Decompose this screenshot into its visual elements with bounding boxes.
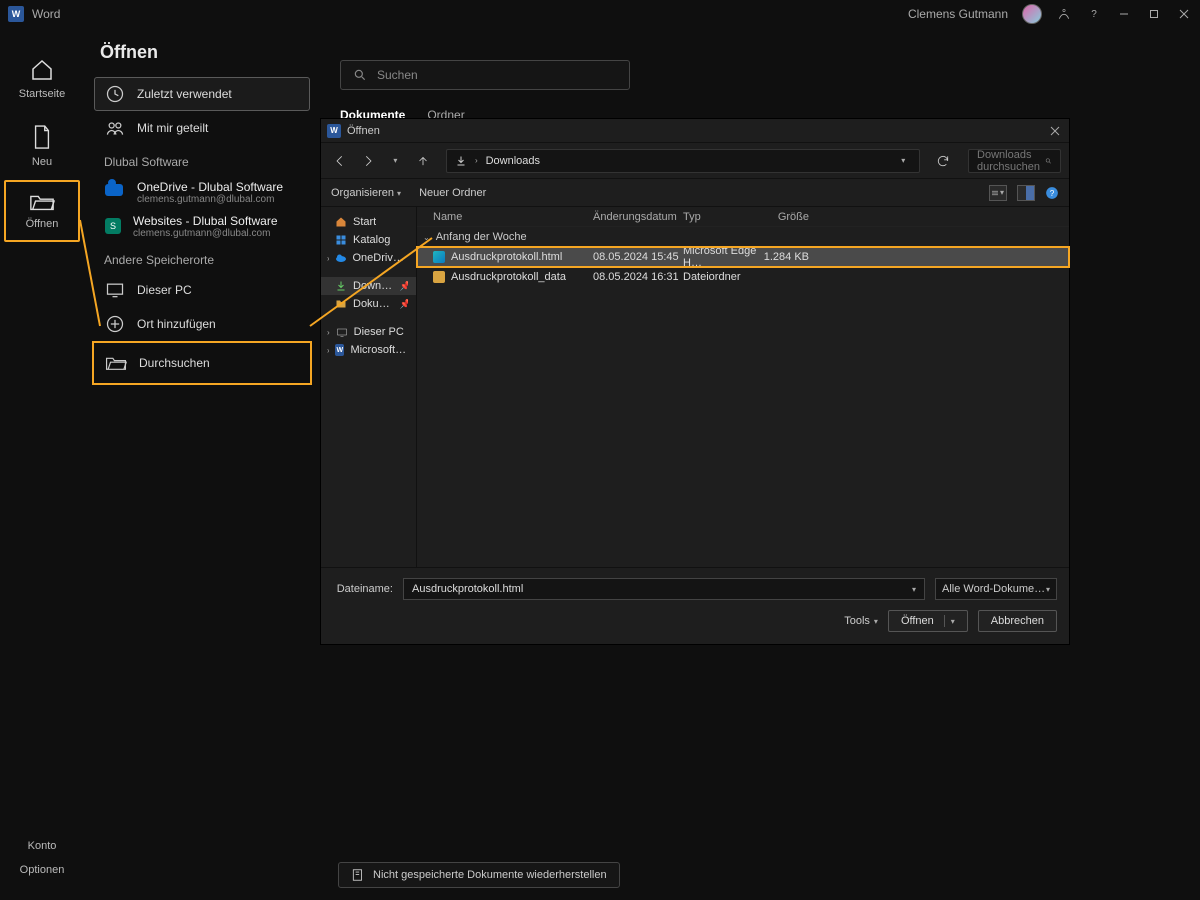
nav-open[interactable]: Öffnen xyxy=(4,180,80,242)
pin-icon: 📌 xyxy=(400,299,408,310)
svg-text:?: ? xyxy=(1050,188,1055,197)
location-add-place[interactable]: Ort hinzufügen xyxy=(94,307,310,341)
onedrive-title: OneDrive - Dlubal Software xyxy=(137,180,283,194)
window-titlebar: W Word Clemens Gutmann ? xyxy=(0,0,1200,28)
view-mode-icon[interactable]: ▾ xyxy=(989,185,1007,201)
chevron-right-icon: › xyxy=(327,254,329,263)
location-shared[interactable]: Mit mir geteilt xyxy=(94,111,310,145)
breadcrumb-current: Downloads xyxy=(486,155,540,167)
toolbar-organize[interactable]: Organisieren ▾ xyxy=(331,187,401,199)
app-name: Word xyxy=(32,7,60,21)
filename-label: Dateiname: xyxy=(333,583,393,595)
tree-onedrive[interactable]: › OneDrive - Dlubal… xyxy=(321,249,416,267)
open-locations-panel: Öffnen Zuletzt verwendet Mit mir geteilt… xyxy=(84,28,320,900)
nav-open-label: Öffnen xyxy=(26,218,59,230)
location-sharepoint[interactable]: S Websites - Dlubal Software clemens.gut… xyxy=(94,209,310,243)
sharepoint-title: Websites - Dlubal Software xyxy=(133,214,278,228)
toolbar-new-folder[interactable]: Neuer Ordner xyxy=(419,187,486,199)
window-minimize-icon[interactable] xyxy=(1116,6,1132,22)
preview-pane-icon[interactable] xyxy=(1017,185,1035,201)
page-title: Öffnen xyxy=(100,42,310,63)
nav-account[interactable]: Konto xyxy=(28,834,57,858)
dialog-search-placeholder: Downloads durchsuchen xyxy=(977,149,1045,173)
file-type-filter[interactable]: Alle Word-Dokumente (*.docx; … ▾ xyxy=(935,578,1057,600)
nav-home-label: Startseite xyxy=(19,88,65,100)
tree-this-pc[interactable]: › Dieser PC xyxy=(321,323,416,341)
other-section-label: Andere Speicherorte xyxy=(94,243,310,273)
tree-downloads[interactable]: Downloads 📌 xyxy=(321,277,416,295)
file-row[interactable]: Ausdruckprotokoll_data 08.05.2024 16:31 … xyxy=(417,267,1069,287)
tools-dropdown[interactable]: Tools ▾ xyxy=(844,615,878,627)
nav-back-icon[interactable] xyxy=(329,150,351,172)
col-size[interactable]: Größe xyxy=(759,211,809,223)
edge-file-icon xyxy=(433,251,445,263)
col-name[interactable]: Name xyxy=(433,211,593,223)
open-button[interactable]: Öffnen▾ xyxy=(888,610,968,632)
nav-new[interactable]: Neu xyxy=(4,112,80,180)
list-header: Name Änderungsdatum Typ Größe xyxy=(417,207,1069,227)
chevron-right-icon: › xyxy=(327,328,330,337)
org-section-label: Dlubal Software xyxy=(94,145,310,175)
col-type[interactable]: Typ xyxy=(683,211,759,223)
user-avatar[interactable] xyxy=(1022,4,1042,24)
search-placeholder: Suchen xyxy=(377,68,418,82)
location-add-place-label: Ort hinzufügen xyxy=(137,317,216,331)
dialog-close-icon[interactable] xyxy=(1047,123,1063,139)
coming-soon-icon[interactable] xyxy=(1056,6,1072,22)
nav-recent-dropdown-icon[interactable]: ▾ xyxy=(384,150,406,172)
dialog-nav-tree: Start Katalog › OneDrive - Dlubal… Downl… xyxy=(321,207,417,567)
nav-new-label: Neu xyxy=(32,156,52,168)
user-name: Clemens Gutmann xyxy=(908,7,1008,21)
location-onedrive-work[interactable]: OneDrive - Dlubal Software clemens.gutma… xyxy=(94,175,310,209)
tree-catalog[interactable]: Katalog xyxy=(321,231,416,249)
word-app-icon: W xyxy=(335,344,344,356)
col-date[interactable]: Änderungsdatum xyxy=(593,211,683,223)
tree-documents[interactable]: Dokumente 📌 xyxy=(321,295,416,313)
search-input[interactable]: Suchen xyxy=(340,60,630,90)
location-browse[interactable]: Durchsuchen xyxy=(94,343,310,383)
dialog-file-list: Name Änderungsdatum Typ Größe ⌄ Anfang d… xyxy=(417,207,1069,567)
left-nav-rail: Startseite Neu Öffnen Konto Optionen xyxy=(0,28,84,900)
pin-icon: 📌 xyxy=(400,281,408,292)
location-recent[interactable]: Zuletzt verwendet xyxy=(94,77,310,111)
sharepoint-icon: S xyxy=(105,218,121,234)
help-icon[interactable]: ? xyxy=(1086,6,1102,22)
chevron-down-icon: ⌄ xyxy=(423,233,430,242)
location-shared-label: Mit mir geteilt xyxy=(137,121,208,135)
location-browse-label: Durchsuchen xyxy=(139,356,210,370)
tree-microsoft-word[interactable]: › W Microsoft Word xyxy=(321,341,416,359)
file-open-dialog: W Öffnen ▾ › Downloads ▾ Downloads durch… xyxy=(320,118,1070,645)
nav-up-icon[interactable] xyxy=(412,150,434,172)
window-close-icon[interactable] xyxy=(1176,6,1192,22)
chevron-down-icon: ▾ xyxy=(912,585,916,594)
dialog-title: Öffnen xyxy=(347,125,380,137)
cancel-button[interactable]: Abbrechen xyxy=(978,610,1057,632)
help-info-icon[interactable]: ? xyxy=(1045,186,1059,200)
nav-forward-icon[interactable] xyxy=(357,150,379,172)
file-group-header[interactable]: ⌄ Anfang der Woche xyxy=(417,227,1069,247)
nav-home[interactable]: Startseite xyxy=(4,46,80,112)
location-this-pc-label: Dieser PC xyxy=(137,283,192,297)
word-app-icon: W xyxy=(327,124,341,138)
window-maximize-icon[interactable] xyxy=(1146,6,1162,22)
nav-refresh-icon[interactable] xyxy=(932,150,954,172)
word-app-icon: W xyxy=(8,6,24,22)
breadcrumb-dropdown-icon[interactable]: ▾ xyxy=(895,156,911,165)
location-this-pc[interactable]: Dieser PC xyxy=(94,273,310,307)
breadcrumb[interactable]: › Downloads ▾ xyxy=(446,149,920,173)
breadcrumb-sep-icon: › xyxy=(475,156,478,165)
folder-icon xyxy=(433,271,445,283)
dialog-search-input[interactable]: Downloads durchsuchen xyxy=(968,149,1061,173)
sharepoint-email: clemens.gutmann@dlubal.com xyxy=(133,228,278,239)
restore-unsaved-button[interactable]: Nicht gespeicherte Dokumente wiederherst… xyxy=(338,862,620,888)
chevron-right-icon: › xyxy=(327,346,329,355)
chevron-down-icon: ▾ xyxy=(1046,585,1050,594)
location-recent-label: Zuletzt verwendet xyxy=(137,87,232,101)
onedrive-email: clemens.gutmann@dlubal.com xyxy=(137,194,283,205)
filename-input[interactable]: Ausdruckprotokoll.html ▾ xyxy=(403,578,925,600)
tree-start[interactable]: Start xyxy=(321,213,416,231)
file-row[interactable]: Ausdruckprotokoll.html 08.05.2024 15:45 … xyxy=(417,247,1069,267)
nav-options[interactable]: Optionen xyxy=(20,858,65,882)
